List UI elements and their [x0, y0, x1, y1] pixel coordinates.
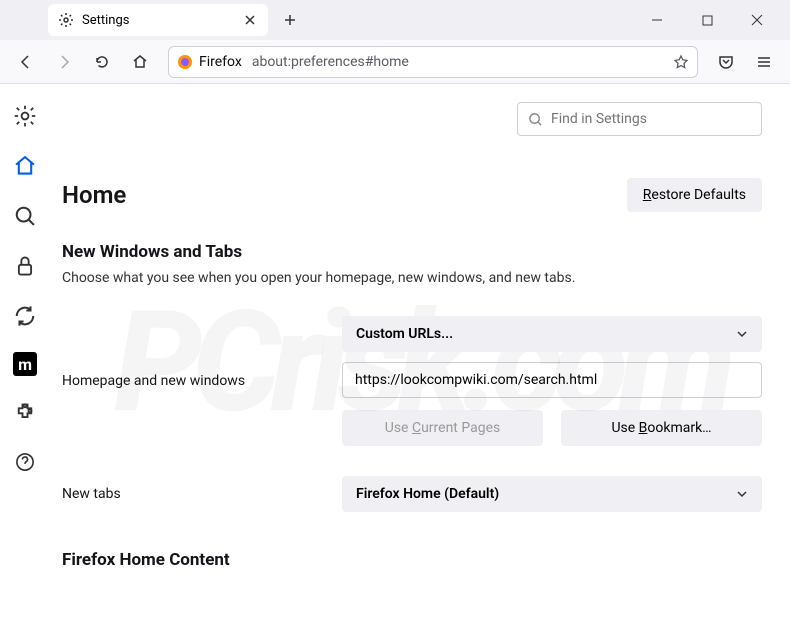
homepage-dropdown[interactable]: Custom URLs... [342, 316, 762, 352]
newtabs-label: New tabs [62, 486, 342, 502]
newtabs-dropdown-value: Firefox Home (Default) [356, 486, 499, 502]
settings-search[interactable] [517, 102, 762, 136]
sidebar-privacy[interactable] [11, 252, 39, 280]
browser-tab[interactable]: Settings [48, 4, 268, 36]
section-windows-tabs-title: New Windows and Tabs [62, 242, 762, 262]
close-window-button[interactable] [742, 5, 772, 35]
pocket-button[interactable] [710, 46, 742, 78]
back-button[interactable] [10, 46, 42, 78]
sidebar-help[interactable] [11, 448, 39, 476]
sidebar-general[interactable] [11, 102, 39, 130]
homepage-url-input[interactable] [342, 362, 762, 398]
search-icon [528, 112, 543, 127]
settings-search-input[interactable] [551, 111, 751, 127]
close-tab-button[interactable] [242, 12, 258, 28]
forward-button[interactable] [48, 46, 80, 78]
homepage-dropdown-value: Custom URLs... [356, 326, 453, 342]
sidebar-search[interactable] [11, 202, 39, 230]
homepage-label: Homepage and new windows [62, 373, 342, 389]
toolbar: Firefoxabout:preferences#home [0, 40, 790, 84]
home-button[interactable] [124, 46, 156, 78]
sidebar-extensions[interactable] [11, 398, 39, 426]
sidebar-home[interactable] [11, 152, 39, 180]
use-bookmark-button[interactable]: Use Bookmark… [561, 410, 762, 446]
sidebar-mozilla[interactable]: m [13, 352, 37, 376]
sidebar: m [0, 84, 50, 642]
menu-button[interactable] [748, 46, 780, 78]
firefox-icon [177, 54, 193, 70]
tab-title: Settings [82, 13, 242, 28]
section-home-content-title: Firefox Home Content [62, 550, 762, 570]
titlebar: Settings [0, 0, 790, 40]
maximize-button[interactable] [692, 5, 722, 35]
use-current-pages-button[interactable]: Use Current Pages [342, 410, 543, 446]
main-content: PCrisk.com Home Restore Defaults New Win… [50, 84, 790, 642]
window-controls [642, 5, 782, 35]
chevron-down-icon [736, 488, 748, 500]
sidebar-sync[interactable] [11, 302, 39, 330]
bookmark-star-icon[interactable] [673, 54, 689, 70]
minimize-button[interactable] [642, 5, 672, 35]
newtabs-dropdown[interactable]: Firefox Home (Default) [342, 476, 762, 512]
section-windows-tabs-desc: Choose what you see when you open your h… [62, 270, 762, 286]
url-bar[interactable]: Firefoxabout:preferences#home [168, 46, 698, 78]
url-text: Firefoxabout:preferences#home [199, 54, 409, 70]
gear-icon [58, 12, 74, 28]
restore-defaults-button[interactable]: Restore Defaults [627, 178, 762, 212]
reload-button[interactable] [86, 46, 118, 78]
chevron-down-icon [736, 328, 748, 340]
new-tab-button[interactable] [276, 6, 304, 34]
page-title: Home [62, 181, 126, 209]
